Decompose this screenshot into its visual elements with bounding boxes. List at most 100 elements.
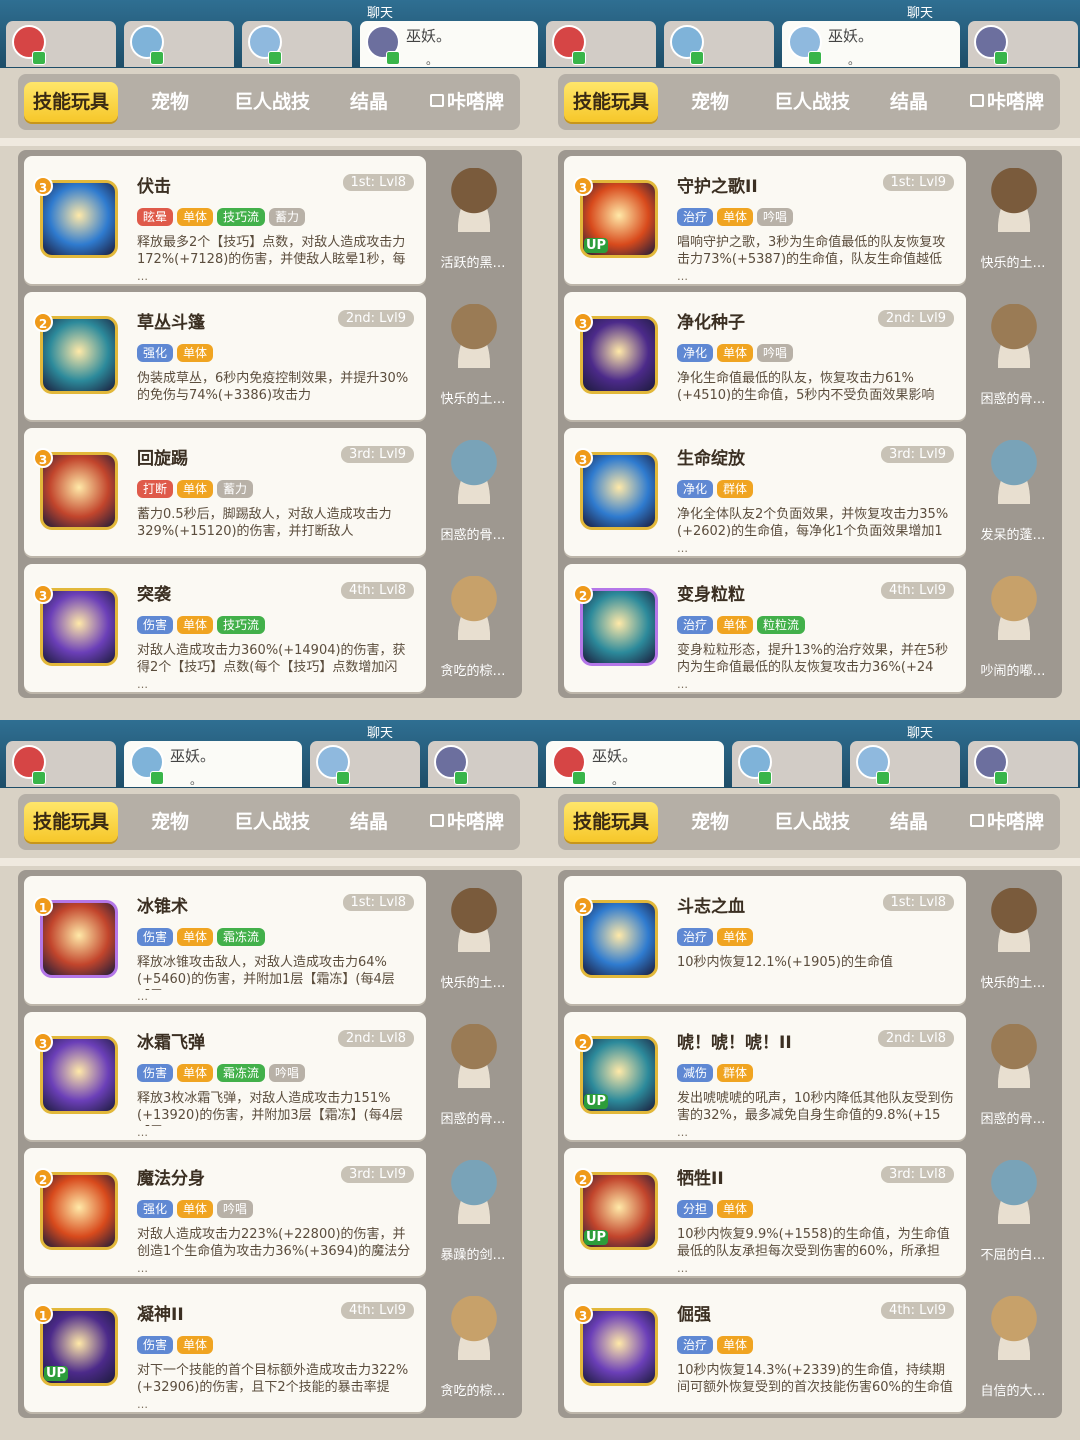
tab-giant-skills[interactable]: 巨人战技 [758, 802, 866, 842]
skill-row[interactable]: 2 魔法分身 3rd: Lvl9 强化 单体 吟唱 对敌人造成攻击力223%(+22800)… [24, 1148, 514, 1276]
skill-card[interactable]: 2 草丛斗篷 2nd: Lvl9 强化 单体 伪装成草丛，6秒内免疫控制效果，并提升30%… [24, 292, 426, 420]
pet-slot[interactable]: 发呆的蓬… [972, 434, 1054, 556]
skill-card[interactable]: 2 UP 唬！唬！唬！II 2nd: Lvl8 减伤 群体 发出唬唬唬的吼声，10秒内降低其… [564, 1012, 966, 1140]
tab-skill-toys[interactable]: 技能玩具 [564, 802, 658, 842]
pet-slot[interactable]: 困惑的骨… [972, 1018, 1054, 1140]
pet-slot[interactable]: 贪吃的棕… [432, 570, 514, 692]
skill-row[interactable]: 2 草丛斗篷 2nd: Lvl9 强化 单体 伪装成草丛，6秒内免疫控制效果，并提升30%… [24, 292, 514, 420]
tab-crystals[interactable]: 结晶 [334, 82, 404, 122]
pet-slot[interactable]: 快乐的土… [972, 162, 1054, 284]
player-tab[interactable]: 巫妖。。 [124, 741, 302, 787]
tab-pets[interactable]: 宠物 [670, 82, 750, 122]
skill-row[interactable]: 3 倔强 4th: Lvl9 治疗 单体 10秒内恢复14.3%(+2339)的生命值，持… [564, 1284, 1054, 1412]
player-tab[interactable] [546, 21, 656, 67]
skill-row[interactable]: 2 变身粒粒 4th: Lvl9 治疗 单体 粒粒流 变身粒粒形态，提升13%的治疗效果，并… [564, 564, 1054, 692]
tab-skill-toys[interactable]: 技能玩具 [24, 802, 118, 842]
skill-level: 3rd: Lvl8 [881, 1166, 954, 1183]
pet-slot[interactable]: 快乐的土… [432, 298, 514, 420]
tab-pets[interactable]: 宠物 [130, 82, 210, 122]
chat-label[interactable]: 聊天 [350, 722, 410, 741]
tab-crystals[interactable]: 结晶 [334, 802, 404, 842]
tab-skill-toys[interactable]: 技能玩具 [564, 82, 658, 122]
skill-card[interactable]: 1 UP 凝神II 4th: Lvl9 伤害 单体 对下一个技能的首个目标额外造成攻击力32… [24, 1284, 426, 1412]
skill-tag: 技巧流 [217, 208, 266, 226]
skill-card[interactable]: 2 UP 牺牲II 3rd: Lvl8 分担 单体 10秒内恢复9.9%(+1558)的生命… [564, 1148, 966, 1276]
pet-portrait [446, 1160, 502, 1224]
player-tab[interactable] [310, 741, 420, 787]
player-tab[interactable] [242, 21, 352, 67]
skill-row[interactable]: 3 生命绽放 3rd: Lvl9 净化 群体 净化全体队友2个负面效果，并恢复攻击力35%… [564, 428, 1054, 556]
purify-seed-icon [580, 316, 658, 394]
player-tab[interactable]: 巫妖。。 [546, 741, 724, 787]
pet-slot[interactable]: 活跃的黑… [432, 162, 514, 284]
player-tab[interactable] [124, 21, 234, 67]
player-tab[interactable] [664, 21, 774, 67]
skill-row[interactable]: 3 UP 守护之歌II 1st: Lvl9 治疗 单体 吟唱 唱响守护之歌，3秒为生命值最低的… [564, 156, 1054, 284]
pet-slot[interactable]: 暴躁的剑… [432, 1154, 514, 1276]
skill-row[interactable]: 3 伏击 1st: Lvl8 眩晕 单体 技巧流 蓄力 释放最多2个【技巧】点数，对敌人造成攻… [24, 156, 514, 284]
skill-row[interactable]: 1 冰锥术 1st: Lvl8 伤害 单体 霜冻流 释放冰锥攻击敌人，对敌人造成攻击力64%… [24, 876, 514, 1004]
skill-card[interactable]: 3 冰霜飞弹 2nd: Lvl8 伤害 单体 霜冻流 吟唱 释放3枚冰霜飞弹，对敌人造成攻击力… [24, 1012, 426, 1140]
skill-row[interactable]: 2 UP 唬！唬！唬！II 2nd: Lvl8 减伤 群体 发出唬唬唬的吼声，10秒内降低其… [564, 1012, 1054, 1140]
skill-name: 突袭 [137, 585, 171, 605]
player-tab[interactable]: 巫妖。。 [782, 21, 960, 67]
skill-card[interactable]: 2 斗志之血 1st: Lvl8 治疗 单体 10秒内恢复12.1%(+1905)的生命值 [564, 876, 966, 1004]
tab-pets[interactable]: 宠物 [670, 802, 750, 842]
skill-row[interactable]: 3 回旋踢 3rd: Lvl9 打断 单体 蓄力 蓄力0.5秒后，脚踢敌人，对敌人造成攻击力… [24, 428, 514, 556]
skill-card[interactable]: 3 UP 守护之歌II 1st: Lvl9 治疗 单体 吟唱 唱响守护之歌，3秒为生命值最低的… [564, 156, 966, 284]
chat-label[interactable]: 聊天 [890, 2, 950, 21]
pet-slot[interactable]: 快乐的土… [432, 882, 514, 1004]
player-tab[interactable] [850, 741, 960, 787]
pet-slot[interactable]: 自信的大… [972, 1290, 1054, 1412]
chat-label[interactable]: 聊天 [890, 722, 950, 741]
player-tab[interactable] [968, 741, 1078, 787]
player-tab[interactable] [6, 741, 116, 787]
pet-portrait [446, 440, 502, 504]
skill-card[interactable]: 3 生命绽放 3rd: Lvl9 净化 群体 净化全体队友2个负面效果，并恢复攻击力35%… [564, 428, 966, 556]
tab-click-cards[interactable]: 咔嗒牌 [954, 802, 1060, 842]
skill-row[interactable]: 3 冰霜飞弹 2nd: Lvl8 伤害 单体 霜冻流 吟唱 释放3枚冰霜飞弹，对敌人造成攻击力… [24, 1012, 514, 1140]
tab-giant-skills[interactable]: 巨人战技 [758, 82, 866, 122]
skill-card[interactable]: 1 冰锥术 1st: Lvl8 伤害 单体 霜冻流 释放冰锥攻击敌人，对敌人造成攻击力64%… [24, 876, 426, 1004]
skill-name: 唬！唬！唬！II [677, 1033, 792, 1053]
tab-crystals[interactable]: 结晶 [874, 802, 944, 842]
skill-card[interactable]: 3 净化种子 2nd: Lvl9 净化 单体 吟唱 净化生命值最低的队友，恢复攻击力61%(… [564, 292, 966, 420]
tab-crystals[interactable]: 结晶 [874, 82, 944, 122]
chat-label[interactable]: 聊天 [350, 2, 410, 21]
skill-tags: 净化 单体 吟唱 [677, 344, 794, 364]
pet-slot[interactable]: 困惑的骨… [432, 1018, 514, 1140]
tab-giant-skills[interactable]: 巨人战技 [218, 82, 326, 122]
tab-pets[interactable]: 宠物 [130, 802, 210, 842]
skill-row[interactable]: 3 突袭 4th: Lvl8 伤害 单体 技巧流 对敌人造成攻击力360%(+14904)的… [24, 564, 514, 692]
skill-row[interactable]: 2 UP 牺牲II 3rd: Lvl8 分担 单体 10秒内恢复9.9%(+1558)的生命… [564, 1148, 1054, 1276]
tab-click-cards[interactable]: 咔嗒牌 [414, 82, 520, 122]
player-tab[interactable] [968, 21, 1078, 67]
pet-slot[interactable]: 困惑的骨… [972, 298, 1054, 420]
skill-description: 对敌人造成攻击力360%(+14904)的伤害，获得2个【技巧】点数(每个【技巧… [137, 643, 406, 675]
tab-click-cards[interactable]: 咔嗒牌 [414, 802, 520, 842]
skill-row[interactable]: 1 UP 凝神II 4th: Lvl9 伤害 单体 对下一个技能的首个目标额外造成攻击力32… [24, 1284, 514, 1412]
skill-card[interactable]: 3 倔强 4th: Lvl9 治疗 单体 10秒内恢复14.3%(+2339)的生命值，持… [564, 1284, 966, 1412]
skill-row[interactable]: 3 净化种子 2nd: Lvl9 净化 单体 吟唱 净化生命值最低的队友，恢复攻击力61%(… [564, 292, 1054, 420]
tab-click-cards[interactable]: 咔嗒牌 [954, 82, 1060, 122]
player-tab[interactable] [732, 741, 842, 787]
player-tab[interactable]: 巫妖。。 [360, 21, 538, 67]
pet-slot[interactable]: 困惑的骨… [432, 434, 514, 556]
skill-card[interactable]: 2 变身粒粒 4th: Lvl9 治疗 单体 粒粒流 变身粒粒形态，提升13%的治疗效果，并… [564, 564, 966, 692]
skill-card[interactable]: 2 魔法分身 3rd: Lvl9 强化 单体 吟唱 对敌人造成攻击力223%(+22800)… [24, 1148, 426, 1276]
pet-slot[interactable]: 不屈的白… [972, 1154, 1054, 1276]
player-tab[interactable] [428, 741, 538, 787]
tab-giant-skills[interactable]: 巨人战技 [218, 802, 326, 842]
skill-card[interactable]: 3 伏击 1st: Lvl8 眩晕 单体 技巧流 蓄力 释放最多2个【技巧】点数，对敌人造成攻… [24, 156, 426, 284]
tab-skill-toys[interactable]: 技能玩具 [24, 82, 118, 122]
skill-card[interactable]: 3 突袭 4th: Lvl8 伤害 单体 技巧流 对敌人造成攻击力360%(+14904)的… [24, 564, 426, 692]
player-tab[interactable] [6, 21, 116, 67]
skill-card[interactable]: 3 回旋踢 3rd: Lvl9 打断 单体 蓄力 蓄力0.5秒后，脚踢敌人，对敌人造成攻击力… [24, 428, 426, 556]
skill-name: 牺牲II [677, 1169, 724, 1189]
pet-slot[interactable]: 贪吃的棕… [432, 1290, 514, 1412]
tier-badge: 3 [573, 1304, 593, 1324]
pet-slot[interactable]: 吵闹的嘟… [972, 570, 1054, 692]
divider [540, 858, 1080, 866]
skill-row[interactable]: 2 斗志之血 1st: Lvl8 治疗 单体 10秒内恢复12.1%(+1905)的生命值… [564, 876, 1054, 1004]
pet-slot[interactable]: 快乐的土… [972, 882, 1054, 1004]
